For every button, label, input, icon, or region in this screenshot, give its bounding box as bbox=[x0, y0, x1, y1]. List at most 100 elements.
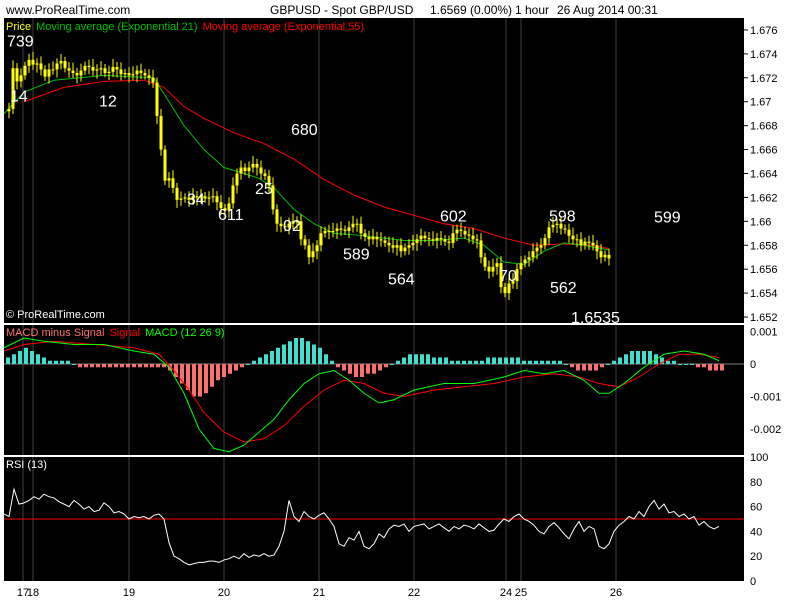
macd-histogram-bar bbox=[114, 364, 118, 368]
macd-y-tick-label: -0.001 bbox=[750, 392, 781, 404]
price-candle-body bbox=[239, 167, 243, 174]
macd-histogram-bar bbox=[318, 347, 322, 364]
header-datetime: 26 Aug 2014 00:31 bbox=[557, 3, 658, 17]
price-y-tick-label: 1.664 bbox=[750, 168, 778, 180]
macd-histogram-bar bbox=[630, 351, 634, 364]
price-candle-body bbox=[75, 73, 79, 76]
price-panel bbox=[4, 18, 744, 323]
price-candle-body bbox=[163, 149, 167, 181]
price-candle-body bbox=[315, 245, 319, 252]
price-candle-body bbox=[31, 59, 35, 65]
macd-histogram-bar bbox=[516, 357, 520, 364]
price-candle-body bbox=[115, 67, 119, 70]
price-y-tick-label: 1.676 bbox=[750, 25, 778, 37]
macd-histogram-bar bbox=[198, 364, 202, 397]
macd-histogram-bar bbox=[6, 357, 10, 364]
price-candle-body bbox=[139, 70, 143, 74]
price-candle-body bbox=[407, 245, 411, 248]
macd-histogram-bar bbox=[156, 364, 160, 368]
price-candle-body bbox=[351, 223, 355, 228]
macd-histogram-bar bbox=[78, 364, 82, 368]
macd-histogram-bar bbox=[66, 360, 70, 364]
macd-histogram-bar bbox=[366, 364, 370, 374]
price-candle-body bbox=[95, 69, 99, 71]
price-candle-body bbox=[103, 68, 107, 74]
chart-canvas: www.ProRealTime.com GBPUSD - Spot GBP/US… bbox=[0, 0, 800, 600]
macd-histogram-bar bbox=[390, 364, 394, 365]
macd-histogram-bar bbox=[84, 364, 88, 368]
price-candle-body bbox=[443, 239, 447, 242]
legend-price: Price Moving average (Exponential 21) Mo… bbox=[6, 21, 364, 33]
macd-histogram-bar bbox=[120, 364, 124, 368]
macd-histogram-bar bbox=[282, 344, 286, 364]
price-candle-body bbox=[447, 241, 451, 243]
macd-histogram-bar bbox=[270, 351, 274, 364]
rsi-y-tick-label: 20 bbox=[750, 551, 762, 563]
price-candle-body bbox=[535, 247, 539, 252]
price-candle-body bbox=[83, 65, 87, 71]
price-candle-body bbox=[131, 74, 135, 76]
macd-histogram-bar bbox=[612, 360, 616, 364]
macd-histogram-bar bbox=[438, 357, 442, 364]
price-candle-body bbox=[23, 65, 27, 76]
macd-histogram-bar bbox=[252, 360, 256, 364]
macd-histogram-bar bbox=[426, 354, 430, 364]
price-candle-body bbox=[583, 241, 587, 246]
macd-histogram-bar bbox=[126, 364, 130, 368]
macd-histogram-bar bbox=[432, 357, 436, 364]
price-candle-body bbox=[523, 259, 527, 264]
macd-y-tick-label: 0 bbox=[750, 359, 756, 371]
macd-histogram-bar bbox=[588, 364, 592, 371]
price-annotation: 739 bbox=[7, 34, 34, 51]
price-candle-body bbox=[539, 245, 543, 248]
macd-histogram-bar bbox=[690, 364, 694, 365]
macd-histogram-bar bbox=[498, 357, 502, 364]
price-candle-body bbox=[331, 230, 335, 233]
macd-histogram-bar bbox=[144, 364, 148, 368]
price-candle-body bbox=[143, 73, 147, 76]
macd-histogram-bar bbox=[486, 357, 490, 364]
price-candle-body bbox=[427, 238, 431, 240]
price-candle-body bbox=[475, 239, 479, 241]
price-candle-body bbox=[79, 70, 83, 76]
price-candle-body bbox=[251, 163, 255, 168]
price-candle-body bbox=[375, 236, 379, 240]
price-candle-body bbox=[15, 68, 19, 82]
price-candle-body bbox=[43, 69, 47, 77]
price-candle-body bbox=[395, 245, 399, 248]
price-candle-body bbox=[467, 234, 471, 236]
price-candle-body bbox=[391, 245, 395, 248]
macd-histogram-bar bbox=[384, 364, 388, 368]
macd-histogram-bar bbox=[540, 360, 544, 364]
price-candle-body bbox=[347, 227, 351, 231]
price-candle-body bbox=[487, 266, 491, 272]
price-candle-body bbox=[99, 68, 103, 70]
price-annotation: 599 bbox=[654, 210, 681, 227]
price-candle-body bbox=[411, 242, 415, 246]
macd-histogram-bar bbox=[492, 357, 496, 364]
price-annotation: 70 bbox=[499, 268, 517, 285]
price-candle-body bbox=[471, 235, 475, 240]
price-candle-body bbox=[387, 242, 391, 246]
macd-histogram-bar bbox=[594, 364, 598, 371]
macd-histogram-bar bbox=[108, 364, 112, 368]
macd-histogram-bar bbox=[642, 351, 646, 364]
price-candle-body bbox=[463, 230, 467, 235]
price-candle-body bbox=[243, 167, 247, 172]
price-candle-body bbox=[459, 229, 463, 231]
macd-histogram-bar bbox=[468, 360, 472, 364]
macd-histogram-bar bbox=[204, 364, 208, 394]
price-candle-body bbox=[111, 67, 115, 72]
price-candle-body bbox=[55, 63, 59, 70]
macd-histogram-bar bbox=[24, 347, 28, 364]
macd-histogram-bar bbox=[378, 364, 382, 371]
price-candle-body bbox=[451, 233, 455, 243]
rsi-y-tick-label: 60 bbox=[750, 502, 762, 514]
macd-histogram-bar bbox=[456, 360, 460, 364]
macd-histogram-bar bbox=[420, 354, 424, 364]
header-watermark: www.ProRealTime.com bbox=[5, 3, 130, 17]
price-candle-body bbox=[415, 239, 419, 243]
price-candle-body bbox=[175, 187, 179, 200]
macd-histogram-bar bbox=[342, 364, 346, 371]
price-candle-body bbox=[431, 239, 435, 241]
